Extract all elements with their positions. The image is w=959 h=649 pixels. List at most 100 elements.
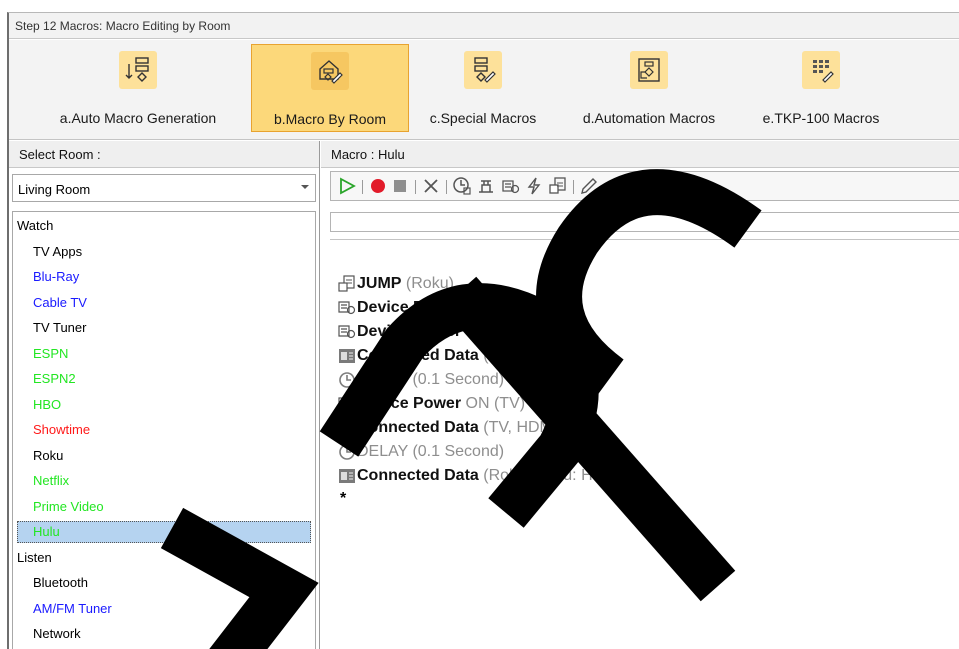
macro-step-argument: (Roku) xyxy=(405,275,454,292)
ribbon-label: c.Special Macros xyxy=(429,110,537,126)
toolbar-separator xyxy=(415,180,416,194)
list-item-label: AM/FM Tuner xyxy=(33,600,112,616)
list-item[interactable]: HBO xyxy=(13,394,315,416)
list-item[interactable]: Network xyxy=(13,623,315,645)
select-room-label: Select Room : xyxy=(19,147,101,162)
macro-step-command: Device Power xyxy=(357,299,462,316)
ribbon-toolbar: a.Auto Macro Generation b.Macro By Room … xyxy=(9,40,959,140)
list-item-label: Prime Video xyxy=(33,498,104,514)
list-item[interactable]: Bluetooth xyxy=(13,572,315,594)
jump-icon[interactable] xyxy=(548,176,568,196)
list-item[interactable]: TV Apps xyxy=(13,241,315,263)
macro-step-text: JUMP (Roku) xyxy=(357,275,454,293)
list-item[interactable]: ESPN xyxy=(13,343,315,365)
macro-step-command: Device Power xyxy=(357,323,462,340)
list-item-label: Bluetooth xyxy=(33,575,88,590)
macro-step-command: DELAY xyxy=(357,443,408,460)
macro-step-text: Connected Data (TV, HDMI 1) xyxy=(357,419,576,437)
chevron-down-icon xyxy=(301,185,309,189)
room-dropdown[interactable]: Living Room xyxy=(12,174,316,202)
list-item[interactable]: Hulu xyxy=(17,521,311,543)
macro-step-text: DELAY (0.1 Second) xyxy=(357,443,504,461)
stop-icon[interactable] xyxy=(390,176,410,196)
macro-step-command: Device Power xyxy=(357,395,462,412)
list-item[interactable]: TV Tuner xyxy=(13,317,315,339)
macro-step-command: DELAY xyxy=(357,371,408,388)
list-item-label: Network xyxy=(33,626,81,641)
ribbon-macro-by-room[interactable]: b.Macro By Room xyxy=(251,44,409,132)
ribbon-automation-macros[interactable]: d.Automation Macros xyxy=(561,44,737,132)
ribbon-label: b.Macro By Room xyxy=(273,111,387,127)
list-item[interactable]: Showtime xyxy=(13,419,315,441)
device-power-icon xyxy=(338,395,356,413)
list-group-header[interactable]: Watch xyxy=(13,215,315,237)
special-macros-icon xyxy=(464,51,502,89)
device-power-icon xyxy=(338,323,356,341)
jump-icon xyxy=(338,275,356,293)
room-pane-header: Select Room : xyxy=(9,141,319,168)
list-item-label: ESPN xyxy=(33,345,69,361)
list-item-label: Netflix xyxy=(33,473,70,488)
delay-icon xyxy=(338,443,356,461)
divider xyxy=(330,239,959,240)
list-item[interactable]: Prime Video xyxy=(13,496,315,518)
list-item[interactable]: Netflix xyxy=(13,470,315,492)
connected-data-icon xyxy=(338,419,356,437)
macro-pane-header: Macro : Hulu xyxy=(321,141,959,168)
macro-step-argument: (TV, HDMI 1) xyxy=(483,419,576,436)
list-item-label: TV Apps xyxy=(33,243,83,259)
connected-data-icon xyxy=(338,347,356,365)
delete-icon[interactable] xyxy=(421,176,441,196)
connected-data-icon xyxy=(338,467,356,485)
macro-step-input[interactable] xyxy=(330,212,959,232)
list-item-label: Hulu xyxy=(33,524,60,539)
ribbon-auto-macro-generation[interactable]: a.Auto Macro Generation xyxy=(27,44,249,132)
list-item-label: Showtime xyxy=(33,422,91,437)
signal-icon[interactable] xyxy=(476,176,496,196)
list-group-header[interactable]: Listen xyxy=(13,547,315,569)
device-power-icon[interactable] xyxy=(500,176,520,196)
list-item[interactable]: ESPN2 xyxy=(13,368,315,390)
macro-step-text: Connected Data (Main, DVD) xyxy=(357,347,571,365)
list-item[interactable]: AM/FM Tuner xyxy=(13,598,315,620)
list-item[interactable]: Cable TV xyxy=(13,292,315,314)
end-of-macro-marker[interactable]: * xyxy=(340,490,346,508)
delay-icon xyxy=(338,371,356,389)
macro-step-argument: (Main, DVD) xyxy=(483,347,572,364)
record-icon[interactable] xyxy=(368,176,388,196)
automation-macros-icon xyxy=(630,51,668,89)
device-power-icon xyxy=(338,299,356,317)
ribbon-special-macros[interactable]: c.Special Macros xyxy=(413,44,553,132)
macro-step-text: Device Power ON (Main AVR) xyxy=(357,323,575,341)
ribbon-tkp-100-macros[interactable]: e.TKP-100 Macros xyxy=(743,44,899,132)
list-item-label: Listen xyxy=(17,549,52,565)
title-bar: Step 12 Macros: Macro Editing by Room xyxy=(9,13,959,39)
ribbon-label: e.TKP-100 Macros xyxy=(762,110,880,126)
room-dropdown-value: Living Room xyxy=(18,182,91,197)
list-item-label: TV Tuner xyxy=(33,320,87,335)
macro-step-text: Connected Data (Roku, Roku: Hulu) xyxy=(357,467,619,485)
macro-pane: Macro : Hulu JUMP (Roku) Device Power ON … xyxy=(321,141,959,649)
toolbar-separator xyxy=(362,180,363,194)
ribbon-label: d.Automation Macros xyxy=(582,110,716,126)
play-icon[interactable] xyxy=(337,176,357,196)
app-window: Step 12 Macros: Macro Editing by Room a.… xyxy=(7,12,959,649)
list-item[interactable]: Roku xyxy=(13,445,315,467)
delay-clock-icon[interactable] xyxy=(452,176,472,196)
macro-generation-icon xyxy=(119,51,157,89)
toolbar-separator xyxy=(573,180,574,194)
lightning-icon[interactable] xyxy=(524,176,544,196)
list-item-label: Roku xyxy=(33,447,64,463)
edit-pencil-icon[interactable] xyxy=(579,176,599,196)
macro-step-command: Connected Data xyxy=(357,347,479,364)
activity-list: Watch TV Apps Blu-Ray Cable TV TV Tuner ESPN E… xyxy=(12,211,316,649)
macro-toolbar xyxy=(330,171,959,201)
macro-step-command: JUMP xyxy=(357,275,402,292)
macro-step-argument: ON (TV) xyxy=(465,395,526,412)
room-macro-icon xyxy=(311,52,349,90)
list-item-label: HBO xyxy=(33,396,62,412)
list-item[interactable]: Blu-Ray xyxy=(13,266,315,288)
macro-title: Macro : Hulu xyxy=(331,147,405,162)
window-title: Step 12 Macros: Macro Editing by Room xyxy=(15,19,231,33)
toolbar-separator xyxy=(446,180,447,194)
